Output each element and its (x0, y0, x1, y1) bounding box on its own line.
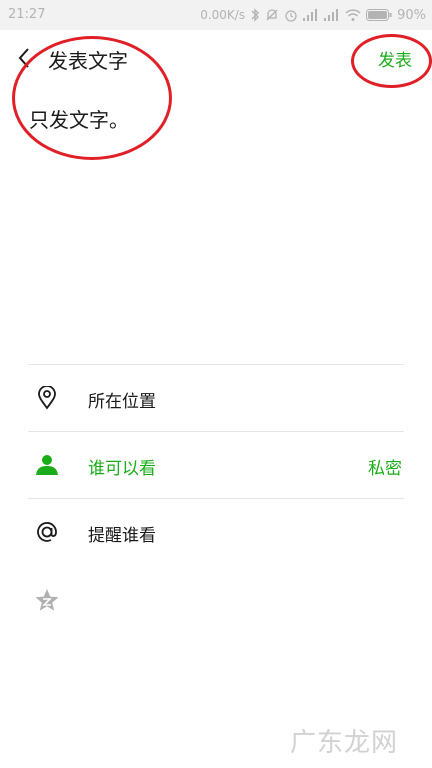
visibility-row[interactable]: 谁可以看 私密 (28, 431, 404, 498)
header: 发表文字 发表 (0, 30, 432, 86)
at-sign-icon (34, 519, 60, 545)
battery-icon (366, 9, 392, 21)
remind-label: 提醒谁看 (88, 526, 156, 546)
page-title: 发表文字 (48, 49, 128, 73)
chevron-left-icon (18, 48, 29, 68)
visibility-label: 谁可以看 (88, 459, 156, 479)
screen: 21:27 0.00K/s 90% 发表文字 发表 只发文字。 所在位置 谁可以… (0, 0, 432, 768)
location-pin-icon (34, 385, 60, 411)
status-icons: 0.00K/s 90% (200, 6, 426, 24)
person-icon (34, 452, 60, 478)
star-icon (34, 587, 60, 613)
location-row[interactable]: 所在位置 (28, 364, 404, 431)
star-row[interactable] (28, 565, 404, 633)
status-time: 21:27 (8, 7, 46, 22)
location-label: 所在位置 (88, 392, 156, 412)
battery-percent: 90% (397, 7, 426, 23)
post-text-input[interactable]: 只发文字。 (29, 104, 129, 133)
alarm-icon (285, 10, 297, 22)
watermark: 广东龙网 (289, 728, 398, 758)
visibility-value: 私密 (368, 459, 402, 479)
status-bar: 21:27 0.00K/s 90% (0, 0, 432, 30)
remind-row[interactable]: 提醒谁看 (28, 498, 404, 565)
signal-icon-2 (324, 9, 339, 21)
signal-icon (303, 9, 318, 21)
bluetooth-icon (251, 8, 260, 22)
wifi-icon (345, 9, 361, 21)
publish-button[interactable]: 发表 (378, 46, 412, 71)
back-button[interactable] (12, 44, 36, 72)
options-list: 所在位置 谁可以看 私密 提醒谁看 (28, 364, 404, 633)
mute-bell-icon (266, 9, 278, 21)
network-speed: 0.00K/s (200, 8, 246, 22)
